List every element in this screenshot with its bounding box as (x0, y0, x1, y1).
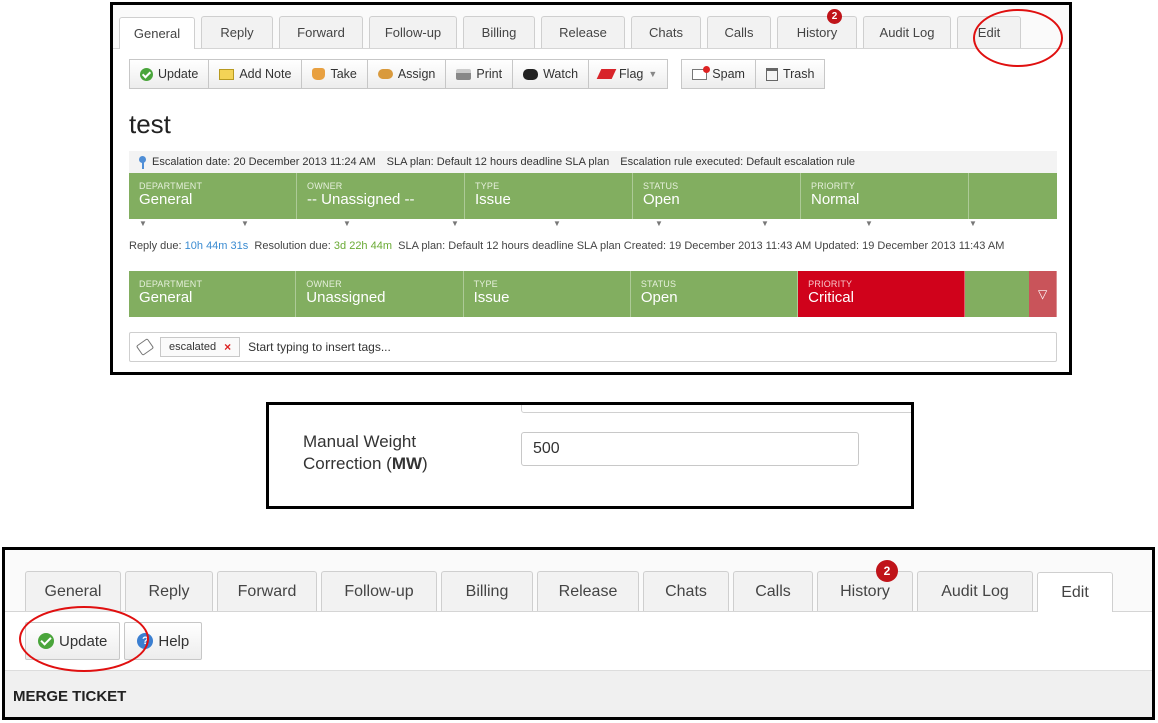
tab-billing[interactable]: Billing (463, 16, 535, 48)
binoculars-icon (523, 68, 539, 80)
tab-reply[interactable]: Reply (201, 16, 273, 48)
assign-button[interactable]: Assign (366, 59, 447, 89)
ticket-view-panel: General Reply Forward Follow-up Billing … (110, 2, 1072, 375)
tab-billing[interactable]: Billing (441, 571, 533, 611)
tag-icon (135, 338, 155, 356)
merge-ticket-panel: General Reply Forward Follow-up Billing … (2, 547, 1155, 720)
owner-cell[interactable]: OWNER -- Unassigned -- (297, 173, 465, 219)
escalation-date: Escalation date: 20 December 2013 11:24 … (152, 156, 376, 168)
department-cell[interactable]: DEPARTMENT General (129, 173, 297, 219)
escalation-rule: Escalation rule executed: Default escala… (620, 156, 856, 168)
property-dropdown-arrows: ▼ ▼ ▼ ▼ ▼ ▼ ▼ ▼ ▼ (129, 219, 1057, 231)
chevron-down-icon[interactable]: ▼ (343, 219, 351, 228)
trash-icon (765, 67, 778, 81)
watch-button[interactable]: Watch (512, 59, 590, 89)
print-button[interactable]: Print (445, 59, 514, 89)
manual-weight-label: Manual Weight Correction (MW) (303, 432, 428, 473)
chevron-down-icon[interactable]: ▼ (969, 219, 977, 228)
chevron-down-icon[interactable]: ▼ (451, 219, 459, 228)
tab-chats[interactable]: Chats (631, 16, 701, 48)
priority-cell-critical[interactable]: PRIORITY Critical (798, 271, 966, 317)
status-cell[interactable]: STATUS Open (633, 173, 801, 219)
help-button[interactable]: ? Help (124, 622, 203, 660)
hand-icon (312, 68, 326, 80)
check-circle-icon (140, 67, 153, 81)
flag-icon (596, 69, 617, 79)
tag-input[interactable]: Start typing to insert tags... (248, 340, 391, 354)
tab-release[interactable]: Release (541, 16, 625, 48)
spam-button[interactable]: Spam (681, 59, 756, 89)
tab-general[interactable]: General (25, 571, 121, 611)
assign-hand-icon (377, 69, 393, 79)
weight-correction-panel: Manual Weight Correction (MW) 500 (266, 402, 914, 509)
ticket-dates: SLA plan: Default 12 hours deadline SLA … (398, 240, 1005, 252)
history-count-badge: 2 (876, 560, 898, 582)
ticket-properties-row-escalated: DEPARTMENT General OWNER -- Unassigned -- … (129, 173, 1057, 219)
tab-chats[interactable]: Chats (643, 571, 729, 611)
chevron-down-icon[interactable]: ▼ (865, 219, 873, 228)
tab-reply[interactable]: Reply (125, 571, 213, 611)
tab-audit-log[interactable]: Audit Log (917, 571, 1033, 611)
tab-follow-up[interactable]: Follow-up (369, 16, 457, 48)
spam-mail-icon (692, 65, 711, 80)
printer-icon (456, 68, 472, 80)
take-button[interactable]: Take (301, 59, 368, 89)
resolution-due-value: 3d 22h 44m (333, 240, 393, 252)
chevron-down-icon[interactable]: ▼ (139, 219, 147, 228)
tab-calls[interactable]: Calls (707, 16, 771, 48)
tags-field[interactable]: escalated × Start typing to insert tags..… (129, 332, 1057, 362)
type-cell[interactable]: TYPE Issue (465, 173, 633, 219)
tab-edit[interactable]: Edit (1037, 572, 1113, 612)
ticket-due-info: Reply due: 10h 44m 31s Resolution due: 3… (129, 240, 1005, 252)
type-cell[interactable]: TYPE Issue (464, 271, 631, 317)
remove-tag-icon[interactable]: × (224, 340, 231, 354)
edit-toolbar: Update ? Help (25, 622, 203, 660)
ticket-title: test (129, 109, 171, 139)
tab-follow-up[interactable]: Follow-up (321, 571, 437, 611)
cropped-field[interactable] (521, 405, 911, 413)
ticket-properties-row: DEPARTMENT General OWNER Unassigned TYPE Is… (129, 271, 1058, 317)
flag-dropdown-button[interactable]: Flag ▼ (588, 59, 669, 89)
tab-edit[interactable]: Edit (957, 16, 1021, 48)
tab-forward[interactable]: Forward (279, 16, 363, 48)
tag-chip: escalated × (160, 337, 241, 357)
ticket-tab-bar: General Reply Forward Follow-up Billing … (113, 5, 1069, 49)
update-button[interactable]: Update (129, 59, 210, 89)
extra-cell (969, 173, 1033, 219)
ticket-tab-bar: General Reply Forward Follow-up Billing … (5, 550, 1152, 612)
chevron-down-icon[interactable]: ▼ (655, 219, 663, 228)
department-cell[interactable]: DEPARTMENT General (129, 271, 297, 317)
escalation-sla-plan: SLA plan: Default 12 hours deadline SLA … (386, 156, 610, 168)
chevron-down-icon[interactable]: ▼ (241, 219, 249, 228)
tab-history[interactable]: History 2 (777, 9, 857, 48)
trash-button[interactable]: Trash (754, 59, 826, 89)
chevron-down-icon: ▼ (648, 69, 658, 79)
reply-due-value: 10h 44m 31s (184, 240, 249, 252)
status-cell[interactable]: STATUS Open (631, 271, 799, 317)
tab-general[interactable]: General (119, 17, 195, 49)
tab-forward[interactable]: Forward (217, 571, 317, 611)
chevron-down-icon[interactable]: ▼ (553, 219, 561, 228)
note-icon (219, 68, 235, 80)
flag-toggle-button[interactable]: ▽ (1029, 271, 1058, 317)
tab-release[interactable]: Release (537, 571, 639, 611)
manual-weight-input[interactable]: 500 (521, 432, 859, 466)
escalation-pin-icon (137, 155, 147, 169)
owner-cell[interactable]: OWNER Unassigned (296, 271, 464, 317)
merge-ticket-section-header: MERGE TICKET (5, 670, 1152, 717)
tab-calls[interactable]: Calls (733, 571, 813, 611)
tab-history[interactable]: History 2 (817, 560, 913, 611)
escalation-info-bar: Escalation date: 20 December 2013 11:24 … (129, 151, 1057, 173)
check-circle-icon (38, 633, 54, 649)
flag-outline-icon: ▽ (1037, 287, 1048, 301)
update-button[interactable]: Update (25, 622, 121, 660)
extra-cell (965, 271, 1029, 317)
help-icon: ? (137, 633, 154, 649)
priority-cell[interactable]: PRIORITY Normal (801, 173, 969, 219)
history-count-badge: 2 (827, 9, 842, 24)
tab-audit-log[interactable]: Audit Log (863, 16, 951, 48)
add-note-button[interactable]: Add Note (208, 59, 303, 89)
ticket-toolbar: Update Add Note Take Assign Print Watch … (129, 59, 826, 89)
chevron-down-icon[interactable]: ▼ (761, 219, 769, 228)
